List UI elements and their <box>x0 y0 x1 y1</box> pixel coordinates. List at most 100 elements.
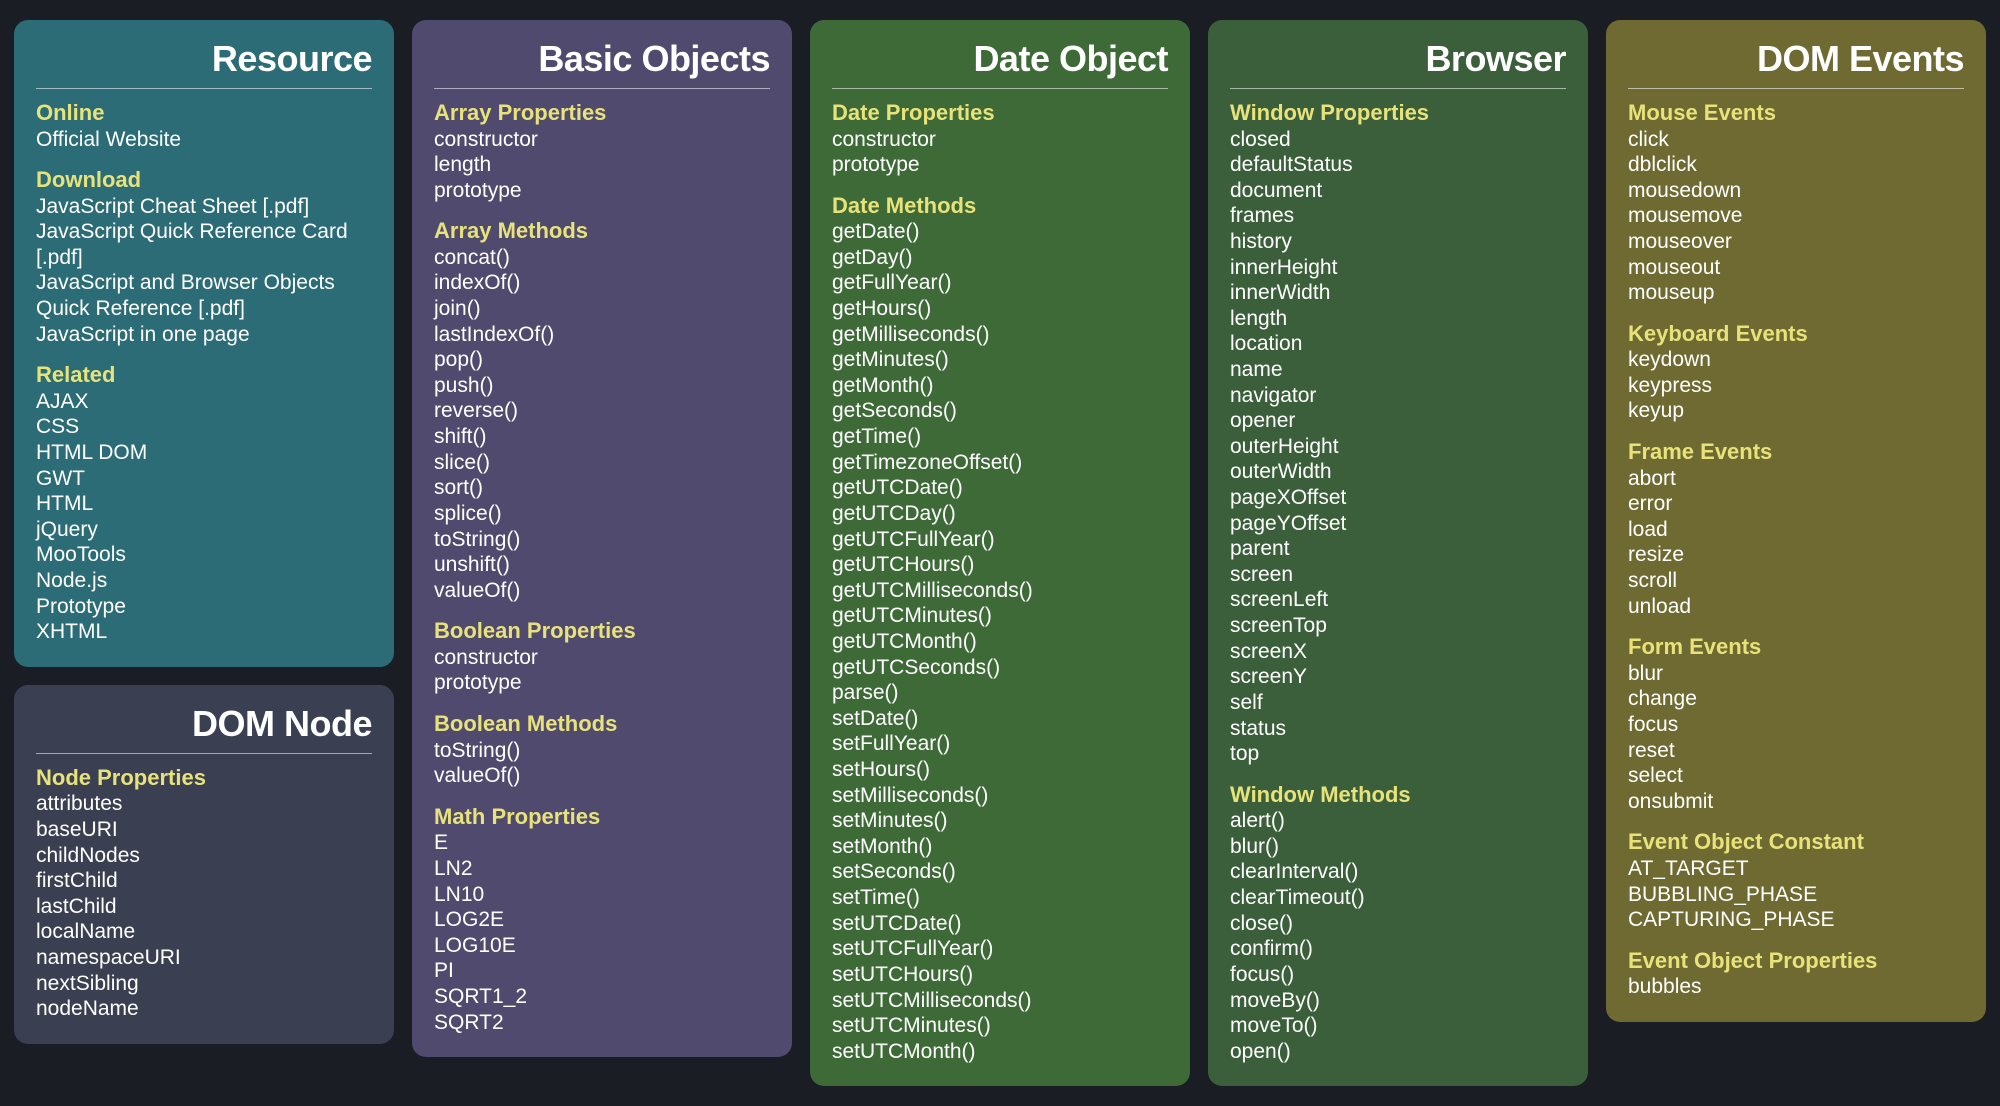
list-item: dblclick <box>1628 152 1964 178</box>
list-item: setHours() <box>832 757 1168 783</box>
list-link[interactable]: JavaScript Cheat Sheet [.pdf] <box>36 194 372 220</box>
list-item: error <box>1628 491 1964 517</box>
list-item: screenY <box>1230 664 1566 690</box>
list-item: mouseover <box>1628 229 1964 255</box>
list-item: CAPTURING_PHASE <box>1628 907 1964 933</box>
section-heading: Online <box>36 99 372 127</box>
list-item: setUTCFullYear() <box>832 936 1168 962</box>
list-item: SQRT2 <box>434 1010 770 1036</box>
list-item: frames <box>1230 203 1566 229</box>
list-link[interactable]: jQuery <box>36 517 372 543</box>
list-link[interactable]: HTML DOM <box>36 440 372 466</box>
list-item: valueOf() <box>434 763 770 789</box>
section-heading: Frame Events <box>1628 438 1964 466</box>
section-heading: Window Properties <box>1230 99 1566 127</box>
list-item: setUTCMilliseconds() <box>832 988 1168 1014</box>
section-heading: Boolean Properties <box>434 617 770 645</box>
list-item: getMinutes() <box>832 347 1168 373</box>
list-link[interactable]: JavaScript and Browser Objects Quick Ref… <box>36 270 372 321</box>
list-item: innerWidth <box>1230 280 1566 306</box>
list-item: parse() <box>832 680 1168 706</box>
list-item: top <box>1230 741 1566 767</box>
list-item: getMilliseconds() <box>832 322 1168 348</box>
list-item: screenTop <box>1230 613 1566 639</box>
column-2: Date ObjectDate Propertiesconstructorpro… <box>810 20 1190 1086</box>
list-item: location <box>1230 331 1566 357</box>
list-item: E <box>434 830 770 856</box>
list-item: opener <box>1230 408 1566 434</box>
list-item: unload <box>1628 594 1964 620</box>
list-item: LN2 <box>434 856 770 882</box>
card-title: DOM Node <box>36 703 372 754</box>
list-link[interactable]: GWT <box>36 466 372 492</box>
list-item: navigator <box>1230 383 1566 409</box>
list-item: length <box>1230 306 1566 332</box>
list-link[interactable]: Node.js <box>36 568 372 594</box>
list-item: name <box>1230 357 1566 383</box>
list-item: length <box>434 152 770 178</box>
column-0: ResourceOnlineOfficial WebsiteDownloadJa… <box>14 20 394 1044</box>
list-item: clearInterval() <box>1230 859 1566 885</box>
list-item: getSeconds() <box>832 398 1168 424</box>
list-item: valueOf() <box>434 578 770 604</box>
list-item: pageXOffset <box>1230 485 1566 511</box>
list-item: push() <box>434 373 770 399</box>
list-link[interactable]: JavaScript in one page <box>36 322 372 348</box>
list-link[interactable]: AJAX <box>36 389 372 415</box>
list-item: closed <box>1230 127 1566 153</box>
list-item: getHours() <box>832 296 1168 322</box>
list-item: abort <box>1628 466 1964 492</box>
section-heading: Array Properties <box>434 99 770 127</box>
list-item: localName <box>36 919 372 945</box>
card-dom-node: DOM NodeNode PropertiesattributesbaseURI… <box>14 685 394 1044</box>
list-link[interactable]: MooTools <box>36 542 372 568</box>
section-heading: Form Events <box>1628 633 1964 661</box>
list-link[interactable]: XHTML <box>36 619 372 645</box>
list-item: bubbles <box>1628 974 1964 1000</box>
list-link[interactable]: HTML <box>36 491 372 517</box>
list-item: history <box>1230 229 1566 255</box>
card-resource: ResourceOnlineOfficial WebsiteDownloadJa… <box>14 20 394 667</box>
list-item: unshift() <box>434 552 770 578</box>
list-link[interactable]: JavaScript Quick Reference Card [.pdf] <box>36 219 372 270</box>
list-item: getUTCDate() <box>832 475 1168 501</box>
cheatsheet-grid: ResourceOnlineOfficial WebsiteDownloadJa… <box>14 20 1986 1086</box>
list-item: focus <box>1628 712 1964 738</box>
list-item: outerWidth <box>1230 459 1566 485</box>
list-item: LOG10E <box>434 933 770 959</box>
list-item: prototype <box>434 178 770 204</box>
list-item: moveBy() <box>1230 988 1566 1014</box>
card-browser: BrowserWindow PropertiescloseddefaultSta… <box>1208 20 1588 1086</box>
list-item: resize <box>1628 542 1964 568</box>
list-item: baseURI <box>36 817 372 843</box>
list-item: clearTimeout() <box>1230 885 1566 911</box>
list-item: close() <box>1230 911 1566 937</box>
list-item: PI <box>434 958 770 984</box>
list-item: AT_TARGET <box>1628 856 1964 882</box>
section-heading: Node Properties <box>36 764 372 792</box>
list-item: sort() <box>434 475 770 501</box>
section-heading: Download <box>36 166 372 194</box>
list-item: toString() <box>434 738 770 764</box>
list-item: document <box>1230 178 1566 204</box>
list-item: getUTCMinutes() <box>832 603 1168 629</box>
list-item: parent <box>1230 536 1566 562</box>
list-link[interactable]: CSS <box>36 414 372 440</box>
list-item: innerHeight <box>1230 255 1566 281</box>
section-heading: Boolean Methods <box>434 710 770 738</box>
list-item: constructor <box>434 645 770 671</box>
section-heading: Math Properties <box>434 803 770 831</box>
list-link[interactable]: Official Website <box>36 127 372 153</box>
list-item: alert() <box>1230 808 1566 834</box>
list-item: mouseup <box>1628 280 1964 306</box>
list-item: setDate() <box>832 706 1168 732</box>
list-item: blur() <box>1230 834 1566 860</box>
section-heading: Keyboard Events <box>1628 320 1964 348</box>
section-heading: Date Properties <box>832 99 1168 127</box>
list-item: moveTo() <box>1230 1013 1566 1039</box>
list-link[interactable]: Prototype <box>36 594 372 620</box>
list-item: getUTCFullYear() <box>832 527 1168 553</box>
list-item: onsubmit <box>1628 789 1964 815</box>
column-3: BrowserWindow PropertiescloseddefaultSta… <box>1208 20 1588 1086</box>
list-item: nextSibling <box>36 971 372 997</box>
